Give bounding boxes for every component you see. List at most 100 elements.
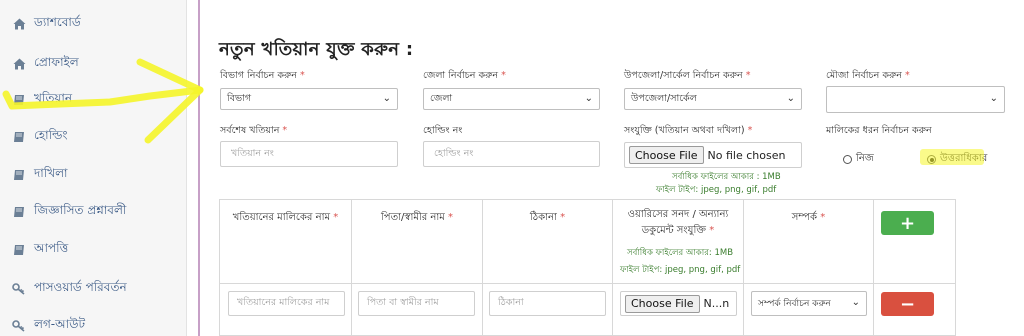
key-icon xyxy=(12,282,26,296)
required-mark: * xyxy=(745,70,751,81)
book-icon xyxy=(12,243,26,257)
choose-file-button[interactable]: Choose File xyxy=(625,294,700,313)
sidebar-item-label: দাখিলা xyxy=(34,166,68,180)
division-select-value: বিভাগ xyxy=(227,92,252,104)
district-select-value: জেলা xyxy=(430,92,453,104)
sidebar-item-label: জিজ্ঞাসিত প্রশ্নাবলী xyxy=(34,203,127,217)
sidebar: ড্যাশবোর্ড প্রোফাইল খতিয়ান হোল্ডিং দাখি… xyxy=(0,0,187,336)
district-label: জেলা নির্বাচন করুন * xyxy=(423,69,506,84)
remove-row-button[interactable]: − xyxy=(881,292,934,316)
attachment-label: সংযুক্তি (খতিয়ান অথবা দখিলা) * xyxy=(624,124,752,139)
attachment-label-text: সংযুক্তি (খতিয়ান অথবা দখিলা) xyxy=(624,125,745,136)
required-mark: * xyxy=(448,212,454,223)
father-name-input[interactable]: পিতা বা স্বামীর নাম xyxy=(358,291,475,316)
chevron-down-icon: ⌄ xyxy=(989,93,998,104)
khatian-label: সর্বশেষ খতিয়ান * xyxy=(220,124,287,139)
required-mark: * xyxy=(709,225,715,236)
sidebar-item-label: খতিয়ান xyxy=(34,91,73,105)
sidebar-item-label: প্রোফাইল xyxy=(34,55,79,69)
sidebar-item-dashboard[interactable]: ড্যাশবোর্ড xyxy=(0,6,187,42)
book-icon xyxy=(12,93,26,107)
chevron-down-icon: ⌄ xyxy=(584,93,593,104)
required-mark: * xyxy=(333,212,339,223)
relation-select-value: সম্পর্ক নির্বাচন করুন xyxy=(758,299,831,309)
doc-size-hint: সর্বাধিক ফাইলের আকার: 1MB xyxy=(627,248,734,258)
sidebar-item-holding[interactable]: হোল্ডিং xyxy=(0,119,187,155)
doc-type-hint: ফাইল টাইপ: jpeg, png, gif, pdf xyxy=(620,265,741,275)
chevron-down-icon: ⌄ xyxy=(382,93,391,104)
file-type-hint: ফাইল টাইপ: jpeg, png, gif, pdf xyxy=(656,185,777,195)
owner-name-input[interactable]: খতিয়ানের মালিকের নাম xyxy=(228,291,345,316)
owner-type-inherit-radio[interactable]: উত্তরাধিকার xyxy=(927,151,987,168)
chevron-down-icon: ⌄ xyxy=(851,297,860,308)
row-divider xyxy=(219,283,956,284)
header-text: পিতা/স্বামীর নাম xyxy=(380,212,445,223)
holding-input[interactable]: হোল্ডিং নং xyxy=(423,141,600,167)
mouza-label: মৌজা নির্বাচন করুন * xyxy=(826,69,910,84)
sidebar-item-profile[interactable]: প্রোফাইল xyxy=(0,46,187,82)
mouza-label-text: মৌজা নির্বাচন করুন xyxy=(826,70,902,81)
header-address: ঠিকানা * xyxy=(483,210,612,226)
upazila-label-text: উপজেলা/সার্কেল নির্বাচন করুন xyxy=(624,70,743,81)
book-icon xyxy=(12,168,26,182)
sidebar-item-logout[interactable]: লগ-আউট xyxy=(0,308,187,336)
key-icon xyxy=(12,319,26,333)
division-label: বিভাগ নির্বাচন করুন * xyxy=(220,69,305,84)
mouza-select[interactable]: ⌄ xyxy=(826,86,1005,113)
holding-label: হোল্ডিং নং xyxy=(423,125,463,136)
sidebar-item-change-password[interactable]: পাসওয়ার্ড পরিবর্তন xyxy=(0,271,187,307)
header-text: ঠিকানা xyxy=(529,212,557,223)
file-status: No file chosen xyxy=(707,148,786,162)
upazila-select[interactable]: উপজেলা/সার্কেল ⌄ xyxy=(624,88,802,110)
owner-type-label: মালিকের ধরন নির্বাচন করুন xyxy=(826,125,932,136)
home-icon xyxy=(12,57,26,71)
sidebar-item-khatian[interactable]: খতিয়ান xyxy=(0,82,187,118)
file-size-hint: সর্বাধিক ফাইলের আকার : 1MB xyxy=(672,172,781,182)
sidebar-item-label: আপত্তি xyxy=(34,241,69,255)
add-row-button[interactable]: + xyxy=(881,211,934,235)
book-icon xyxy=(12,130,26,144)
required-mark: * xyxy=(282,125,288,136)
required-mark: * xyxy=(560,212,566,223)
sidebar-item-label: পাসওয়ার্ড পরিবর্তন xyxy=(34,280,127,294)
choose-file-button[interactable]: Choose File xyxy=(629,146,704,164)
sidebar-item-label: ড্যাশবোর্ড xyxy=(34,15,81,29)
book-icon xyxy=(12,205,26,219)
header-father-name: পিতা/স্বামীর নাম * xyxy=(352,210,482,226)
page-title: নতুন খতিয়ান যুক্ত করুন : xyxy=(219,39,414,60)
upazila-label: উপজেলা/সার্কেল নির্বাচন করুন * xyxy=(624,69,750,84)
radio-label: উত্তরাধিকার xyxy=(940,153,988,164)
division-select[interactable]: বিভাগ ⌄ xyxy=(220,88,398,110)
header-documents: ওয়ারিসের সনদ / অন্যান্য ডকুমেন্ট সংযুক্… xyxy=(613,207,743,239)
sidebar-item-objection[interactable]: আপত্তি xyxy=(0,232,187,268)
attachment-file-input[interactable]: Choose File No file chosen xyxy=(624,142,802,168)
header-text: খতিয়ানের মালিকের নাম xyxy=(232,212,331,223)
column-divider xyxy=(873,199,874,336)
upazila-select-value: উপজেলা/সার্কেল xyxy=(631,92,697,104)
owner-type-own-radio[interactable]: নিজ xyxy=(843,151,874,168)
required-mark: * xyxy=(820,212,826,223)
header-text-line2: ডকুমেন্ট সংযুক্তি * xyxy=(613,223,743,239)
relation-select[interactable]: সম্পর্ক নির্বাচন করুন ⌄ xyxy=(751,291,867,316)
header-text: ওয়ারিসের সনদ / অন্যান্য xyxy=(627,209,729,220)
radio-checked-icon xyxy=(927,155,936,164)
khatian-input[interactable]: খতিয়ান নং xyxy=(220,141,398,167)
chevron-down-icon: ⌄ xyxy=(786,93,795,104)
file-status: N...n xyxy=(703,297,730,310)
document-file-input[interactable]: Choose File N...n xyxy=(620,291,737,316)
content-divider xyxy=(198,0,200,336)
sidebar-item-label: লগ-আউট xyxy=(34,317,86,331)
khatian-label-text: সর্বশেষ খতিয়ান xyxy=(220,125,280,136)
district-select[interactable]: জেলা ⌄ xyxy=(423,88,600,110)
sidebar-item-faq[interactable]: জিজ্ঞাসিত প্রশ্নাবলী xyxy=(0,194,187,230)
address-input[interactable]: ঠিকানা xyxy=(489,291,606,316)
required-mark: * xyxy=(905,70,910,81)
sidebar-item-dakhila[interactable]: দাখিলা xyxy=(0,157,187,193)
header-relation: সম্পর্ক * xyxy=(744,210,873,226)
division-label-text: বিভাগ নির্বাচন করুন xyxy=(220,70,297,81)
required-mark: * xyxy=(747,125,753,136)
home-icon xyxy=(12,17,26,31)
header-text: সম্পর্ক xyxy=(791,212,817,223)
sidebar-item-label: হোল্ডিং xyxy=(34,128,68,142)
radio-label: নিজ xyxy=(856,153,874,164)
